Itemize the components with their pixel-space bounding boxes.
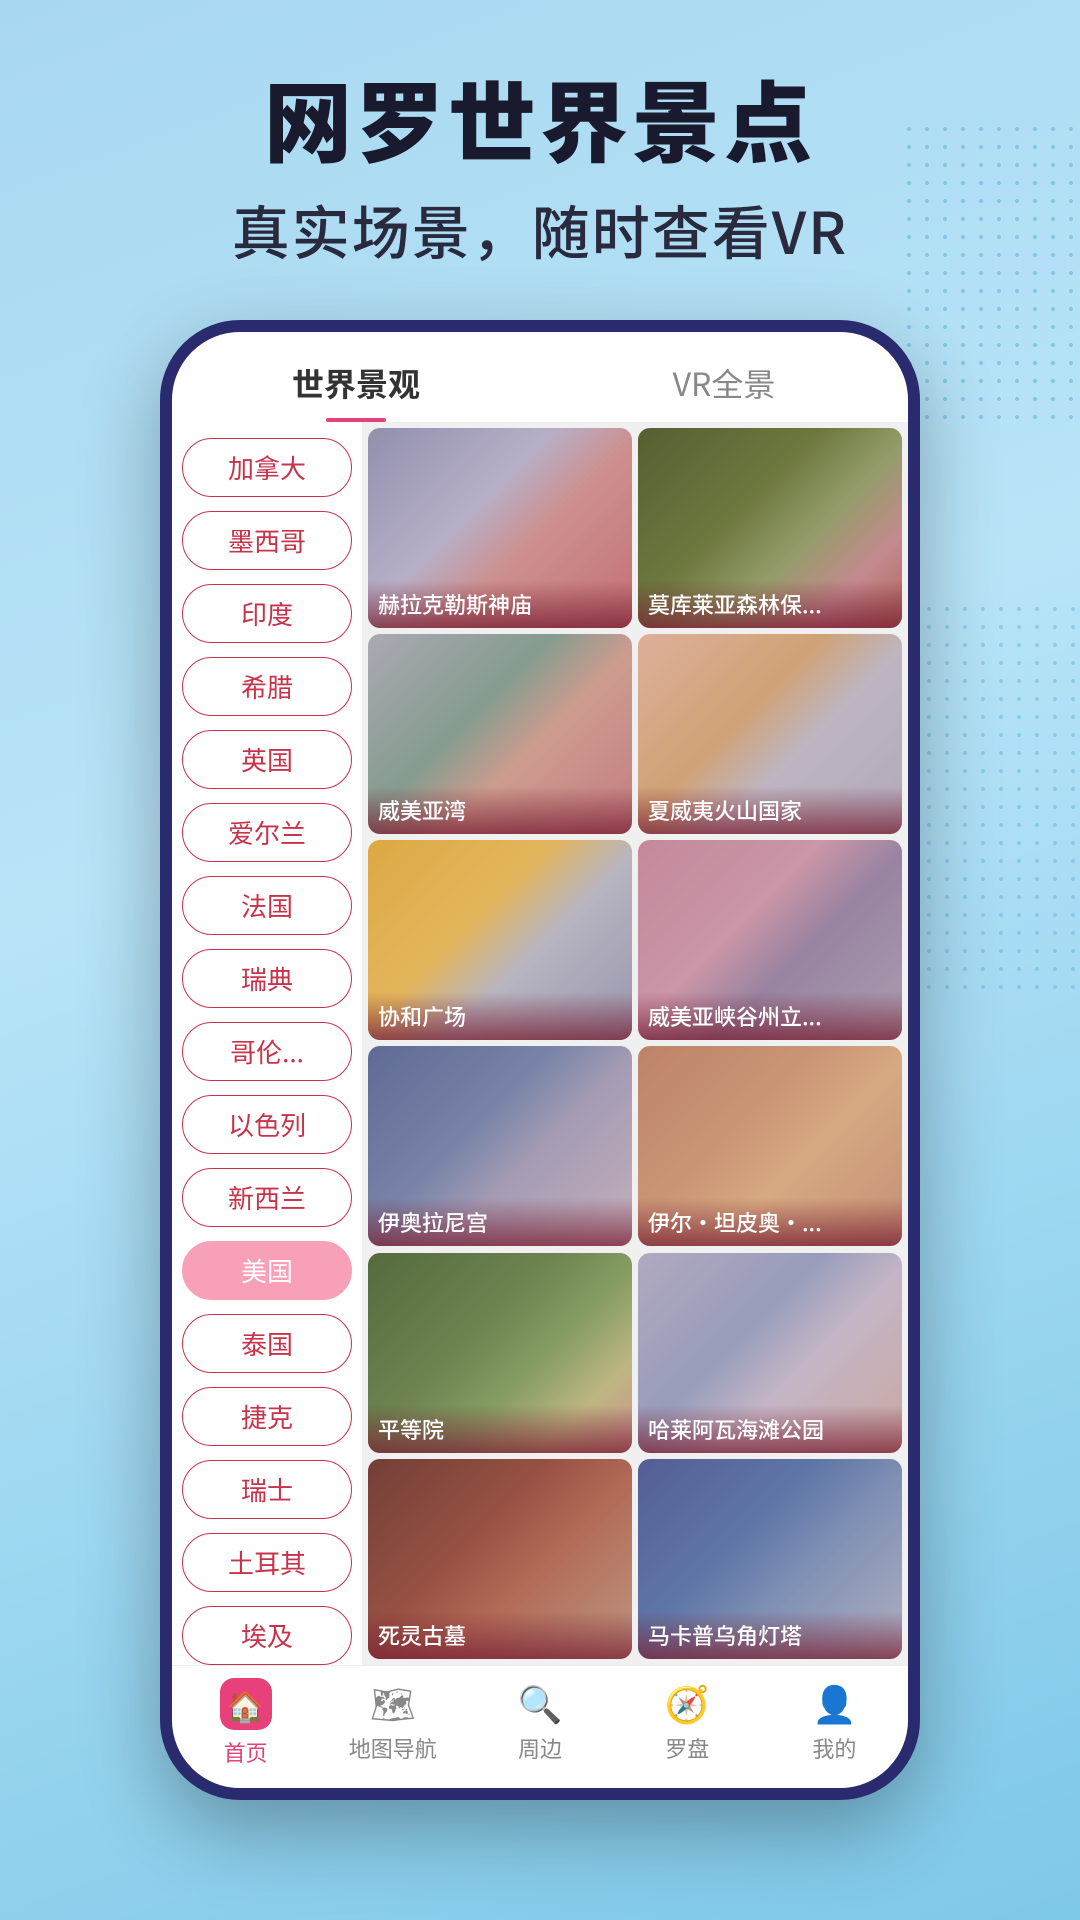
country-tag-india[interactable]: 印度 [182, 584, 352, 643]
phone-screen: 世界景观 VR全景 加拿大墨西哥印度希腊英国爱尔兰法国瑞典哥伦... 以色列新西兰… [172, 332, 908, 1788]
grid-item-label-item3: 威美亚湾 [368, 786, 632, 834]
nav-icon-nearby: 🔍 [516, 1678, 564, 1726]
country-tag-thailand[interactable]: 泰国 [182, 1314, 352, 1373]
nav-item-profile[interactable]: 👤 我的 [761, 1678, 908, 1768]
grid-item-item9[interactable]: 平等院 [368, 1253, 632, 1453]
grid-item-label-item6: 威美亚峡谷州立... [638, 992, 902, 1040]
country-tag-israel[interactable]: 以色列 [182, 1095, 352, 1154]
country-tag-canada[interactable]: 加拿大 [182, 438, 352, 497]
grid-item-label-item4: 夏威夷火山国家 [638, 786, 902, 834]
grid-item-item3[interactable]: 威美亚湾 [368, 634, 632, 834]
nav-item-nearby[interactable]: 🔍 周边 [466, 1678, 613, 1768]
grid-item-label-item8: 伊尔·坦皮奥·... [638, 1198, 902, 1246]
tab-header: 世界景观 VR全景 [172, 332, 908, 422]
main-title: 网罗世界景点 [40, 70, 1040, 167]
nav-icon-map: 🗺 [369, 1678, 417, 1726]
grid-item-label-item10: 哈莱阿瓦海滩公园 [638, 1405, 902, 1453]
grid-item-label-item5: 协和广场 [368, 992, 632, 1040]
country-list: 加拿大墨西哥印度希腊英国爱尔兰法国瑞典哥伦... 以色列新西兰美国泰国捷克瑞士土耳… [172, 422, 362, 1665]
nav-label-home: 首页 [224, 1736, 268, 1768]
nav-item-home[interactable]: 🏠 首页 [172, 1678, 319, 1768]
nav-icon-home: 🏠 [220, 1678, 272, 1730]
grid-item-item11[interactable]: 死灵古墓 [368, 1459, 632, 1659]
grid-item-label-item1: 赫拉克勒斯神庙 [368, 580, 632, 628]
phone-vol-up-button [160, 612, 168, 712]
country-tag-colombia[interactable]: 哥伦... [182, 1022, 352, 1081]
tab-world-scenery[interactable]: 世界景观 [172, 360, 540, 422]
grid-item-item1[interactable]: 赫拉克勒斯神庙 [368, 428, 632, 628]
grid-item-label-item12: 马卡普乌角灯塔 [638, 1611, 902, 1659]
country-tag-sweden[interactable]: 瑞典 [182, 949, 352, 1008]
country-tag-egypt[interactable]: 埃及 [182, 1606, 352, 1665]
country-tag-turkey[interactable]: 土耳其 [182, 1533, 352, 1592]
grid-item-item12[interactable]: 马卡普乌角灯塔 [638, 1459, 902, 1659]
bottom-navigation: 🏠 首页 🗺 地图导航 🔍 周边 🧭 罗盘 👤 我的 [172, 1665, 908, 1788]
country-tag-mexico[interactable]: 墨西哥 [182, 511, 352, 570]
country-tag-czech[interactable]: 捷克 [182, 1387, 352, 1446]
grid-item-label-item7: 伊奥拉尼宫 [368, 1198, 632, 1246]
grid-item-item5[interactable]: 协和广场 [368, 840, 632, 1040]
nav-item-map[interactable]: 🗺 地图导航 [319, 1678, 466, 1768]
country-tag-newzealand[interactable]: 新西兰 [182, 1168, 352, 1227]
phone-power-button [912, 652, 920, 792]
phone-mockup: 世界景观 VR全景 加拿大墨西哥印度希腊英国爱尔兰法国瑞典哥伦... 以色列新西兰… [160, 320, 920, 1800]
grid-item-item6[interactable]: 威美亚峡谷州立... [638, 840, 902, 1040]
country-tag-swiss[interactable]: 瑞士 [182, 1460, 352, 1519]
nav-label-nearby: 周边 [518, 1732, 562, 1764]
country-tag-france[interactable]: 法国 [182, 876, 352, 935]
nav-label-compass: 罗盘 [665, 1732, 709, 1764]
country-tag-ireland[interactable]: 爱尔兰 [182, 803, 352, 862]
grid-item-label-item11: 死灵古墓 [368, 1611, 632, 1659]
country-tag-greece[interactable]: 希腊 [182, 657, 352, 716]
grid-item-label-item2: 莫库莱亚森林保... [638, 580, 902, 628]
nav-label-map: 地图导航 [349, 1732, 437, 1764]
grid-item-item7[interactable]: 伊奥拉尼宫 [368, 1046, 632, 1246]
dots-decoration-bottom [920, 600, 1080, 1000]
tab-vr-panorama[interactable]: VR全景 [540, 360, 908, 422]
grid-item-item10[interactable]: 哈莱阿瓦海滩公园 [638, 1253, 902, 1453]
nav-item-compass[interactable]: 🧭 罗盘 [614, 1678, 761, 1768]
nav-icon-profile: 👤 [810, 1678, 858, 1726]
grid-item-item8[interactable]: 伊尔·坦皮奥·... [638, 1046, 902, 1246]
phone-vol-down-button [160, 752, 168, 852]
nav-label-profile: 我的 [812, 1732, 856, 1764]
country-tag-uk[interactable]: 英国 [182, 730, 352, 789]
sub-title: 真实场景，随时查看VR [40, 187, 1040, 271]
image-grid: 赫拉克勒斯神庙莫库莱亚森林保... 威美亚湾夏威夷火山国家协和广场威美亚峡谷州立.… [362, 422, 908, 1665]
grid-item-label-item9: 平等院 [368, 1405, 632, 1453]
grid-item-item2[interactable]: 莫库莱亚森林保... [638, 428, 902, 628]
header-section: 网罗世界景点 真实场景，随时查看VR [0, 40, 1080, 271]
nav-icon-compass: 🧭 [663, 1678, 711, 1726]
content-area: 加拿大墨西哥印度希腊英国爱尔兰法国瑞典哥伦... 以色列新西兰美国泰国捷克瑞士土耳… [172, 422, 908, 1665]
country-tag-usa[interactable]: 美国 [182, 1241, 352, 1300]
grid-item-item4[interactable]: 夏威夷火山国家 [638, 634, 902, 834]
